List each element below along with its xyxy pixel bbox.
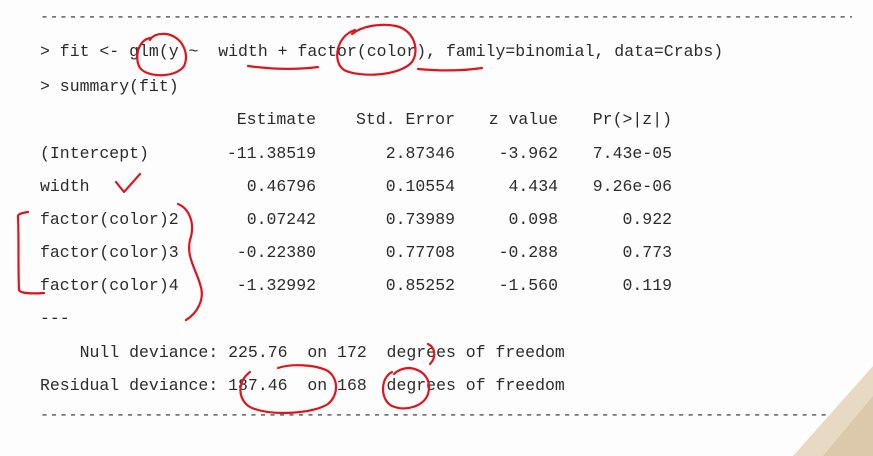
header-std-error: Std. Error xyxy=(355,110,455,129)
residual-deviance-line: Residual deviance: 187.46 on 168 degrees… xyxy=(40,376,565,395)
check-mark-width xyxy=(114,172,142,194)
row-std-error-color3: 0.77708 xyxy=(385,243,455,262)
row-name-width: width xyxy=(40,177,90,196)
row-estimate-color4: -1.32992 xyxy=(236,276,316,295)
row-z-color2: 0.098 xyxy=(508,210,558,229)
row-p-color4: 0.119 xyxy=(622,276,672,295)
bottom-dashed-rule: ----------------------------------------… xyxy=(40,408,852,424)
row-p-width: 9.26e-06 xyxy=(592,177,672,196)
row-estimate-color2: 0.07242 xyxy=(246,210,316,229)
separator-dashes: --- xyxy=(40,309,70,328)
row-p-color3: 0.773 xyxy=(622,243,672,262)
row-name-intercept: (Intercept) xyxy=(40,144,149,163)
row-estimate-color3: -0.22380 xyxy=(236,243,316,262)
row-name-color4: factor(color)4 xyxy=(40,276,179,295)
row-std-error-color4: 0.85252 xyxy=(385,276,455,295)
top-dashed-rule: ----------------------------------------… xyxy=(40,10,852,26)
slide-page: ----------------------------------------… xyxy=(0,0,873,456)
row-p-color2: 0.922 xyxy=(622,210,672,229)
row-z-color4: -1.560 xyxy=(498,276,558,295)
row-name-color2: factor(color)2 xyxy=(40,210,179,229)
row-p-intercept: 7.43e-05 xyxy=(592,144,672,163)
underline-color xyxy=(416,66,484,72)
header-z-value: z value xyxy=(488,110,558,129)
row-z-color3: -0.288 xyxy=(498,243,558,262)
header-p-value: Pr(>|z|) xyxy=(592,110,672,129)
row-z-width: 4.434 xyxy=(508,177,558,196)
header-estimate: Estimate xyxy=(236,110,316,129)
row-z-intercept: -3.962 xyxy=(498,144,558,163)
corner-decoration xyxy=(793,366,873,456)
row-std-error-intercept: 2.87346 xyxy=(385,144,455,163)
row-name-color3: factor(color)3 xyxy=(40,243,179,262)
row-std-error-width: 0.10554 xyxy=(385,177,455,196)
glm-command-line: > fit <- glm(y ~ width + factor(color), … xyxy=(40,42,724,61)
row-estimate-width: 0.46796 xyxy=(246,177,316,196)
null-deviance-line: Null deviance: 225.76 on 172 degrees of … xyxy=(40,343,565,362)
swoop-color-levels xyxy=(176,202,203,322)
summary-command-line: > summary(fit) xyxy=(40,77,179,96)
row-std-error-color2: 0.73989 xyxy=(385,210,455,229)
underline-width xyxy=(246,64,320,70)
row-estimate-intercept: -11.38519 xyxy=(226,144,316,163)
